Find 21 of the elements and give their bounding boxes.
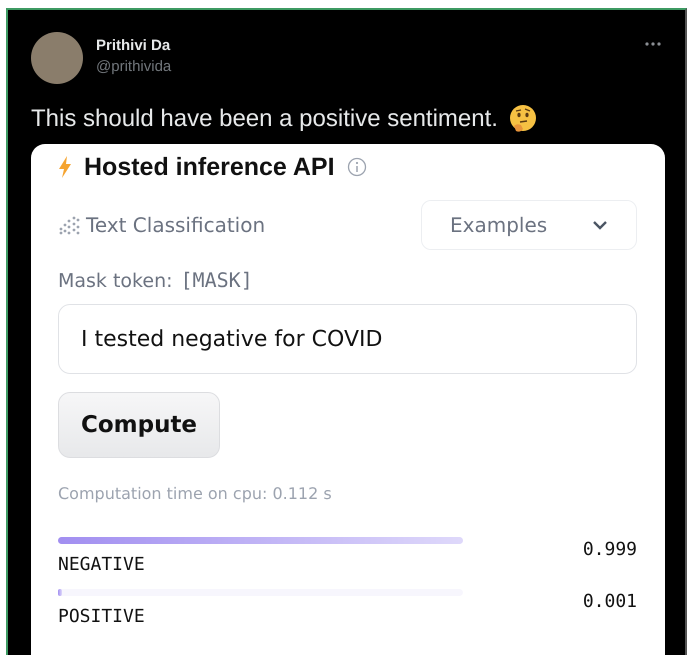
dots-icon bbox=[58, 215, 80, 235]
input-field[interactable]: I tested negative for COVID bbox=[58, 304, 637, 374]
mask-token: [MASK] bbox=[180, 268, 253, 292]
result-label: POSITIVE bbox=[58, 606, 146, 627]
result-label: NEGATIVE bbox=[58, 554, 146, 575]
thinking-face-icon bbox=[508, 104, 538, 134]
chevron-down-icon bbox=[592, 220, 608, 230]
author-handle[interactable]: @prithivida bbox=[96, 58, 632, 75]
avatar[interactable] bbox=[31, 32, 83, 84]
result-score: 0.999 bbox=[582, 539, 637, 560]
examples-dropdown[interactable]: Examples bbox=[421, 200, 637, 250]
computation-time: Computation time on cpu: 0.112 s bbox=[58, 484, 333, 503]
result-score: 0.001 bbox=[582, 591, 637, 612]
compute-button[interactable]: Compute bbox=[58, 392, 220, 458]
author-name[interactable]: Prithivi Da bbox=[96, 37, 632, 54]
more-icon[interactable] bbox=[645, 42, 661, 46]
task-label: Text Classification bbox=[86, 213, 266, 237]
tweet-text: This should have been a positive sentiment. bbox=[31, 105, 498, 133]
widget-title: Hosted inference API bbox=[84, 152, 335, 182]
mask-label: Mask token: bbox=[58, 270, 173, 292]
lightning-icon bbox=[58, 156, 72, 178]
